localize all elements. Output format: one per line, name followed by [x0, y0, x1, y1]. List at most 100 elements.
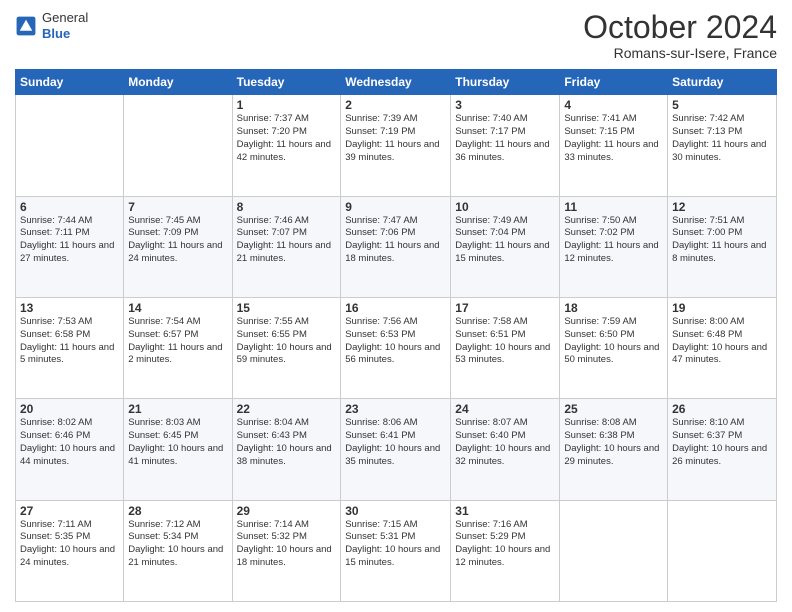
logo-icon [15, 15, 37, 37]
day-cell: 16Sunrise: 7:56 AM Sunset: 6:53 PM Dayli… [341, 297, 451, 398]
day-info: Sunrise: 8:07 AM Sunset: 6:40 PM Dayligh… [455, 417, 555, 468]
day-cell: 26Sunrise: 8:10 AM Sunset: 6:37 PM Dayli… [668, 399, 777, 500]
day-number: 21 [128, 402, 227, 416]
header-row: SundayMondayTuesdayWednesdayThursdayFrid… [16, 70, 777, 95]
day-info: Sunrise: 7:58 AM Sunset: 6:51 PM Dayligh… [455, 316, 555, 367]
day-info: Sunrise: 7:49 AM Sunset: 7:04 PM Dayligh… [455, 215, 555, 266]
day-info: Sunrise: 7:45 AM Sunset: 7:09 PM Dayligh… [128, 215, 227, 266]
day-number: 30 [345, 504, 446, 518]
day-info: Sunrise: 7:53 AM Sunset: 6:58 PM Dayligh… [20, 316, 119, 367]
month-title: October 2024 [583, 10, 777, 45]
page: General Blue October 2024 Romans-sur-Ise… [0, 0, 792, 612]
day-number: 16 [345, 301, 446, 315]
day-info: Sunrise: 8:04 AM Sunset: 6:43 PM Dayligh… [237, 417, 337, 468]
logo: General Blue [15, 10, 88, 41]
day-info: Sunrise: 7:55 AM Sunset: 6:55 PM Dayligh… [237, 316, 337, 367]
day-number: 13 [20, 301, 119, 315]
day-info: Sunrise: 8:06 AM Sunset: 6:41 PM Dayligh… [345, 417, 446, 468]
day-number: 18 [564, 301, 663, 315]
day-info: Sunrise: 7:14 AM Sunset: 5:32 PM Dayligh… [237, 519, 337, 570]
day-cell: 5Sunrise: 7:42 AM Sunset: 7:13 PM Daylig… [668, 95, 777, 196]
day-info: Sunrise: 7:46 AM Sunset: 7:07 PM Dayligh… [237, 215, 337, 266]
day-cell: 24Sunrise: 8:07 AM Sunset: 6:40 PM Dayli… [451, 399, 560, 500]
day-cell: 12Sunrise: 7:51 AM Sunset: 7:00 PM Dayli… [668, 196, 777, 297]
col-header-monday: Monday [124, 70, 232, 95]
day-number: 31 [455, 504, 555, 518]
day-number: 25 [564, 402, 663, 416]
day-cell: 19Sunrise: 8:00 AM Sunset: 6:48 PM Dayli… [668, 297, 777, 398]
day-info: Sunrise: 8:00 AM Sunset: 6:48 PM Dayligh… [672, 316, 772, 367]
day-info: Sunrise: 7:54 AM Sunset: 6:57 PM Dayligh… [128, 316, 227, 367]
week-row-3: 13Sunrise: 7:53 AM Sunset: 6:58 PM Dayli… [16, 297, 777, 398]
day-cell: 11Sunrise: 7:50 AM Sunset: 7:02 PM Dayli… [560, 196, 668, 297]
day-number: 22 [237, 402, 337, 416]
day-cell: 9Sunrise: 7:47 AM Sunset: 7:06 PM Daylig… [341, 196, 451, 297]
day-number: 4 [564, 98, 663, 112]
day-cell: 18Sunrise: 7:59 AM Sunset: 6:50 PM Dayli… [560, 297, 668, 398]
week-row-5: 27Sunrise: 7:11 AM Sunset: 5:35 PM Dayli… [16, 500, 777, 601]
day-number: 28 [128, 504, 227, 518]
day-info: Sunrise: 8:02 AM Sunset: 6:46 PM Dayligh… [20, 417, 119, 468]
day-cell: 21Sunrise: 8:03 AM Sunset: 6:45 PM Dayli… [124, 399, 232, 500]
day-cell: 1Sunrise: 7:37 AM Sunset: 7:20 PM Daylig… [232, 95, 341, 196]
day-info: Sunrise: 7:11 AM Sunset: 5:35 PM Dayligh… [20, 519, 119, 570]
day-info: Sunrise: 7:50 AM Sunset: 7:02 PM Dayligh… [564, 215, 663, 266]
day-cell: 15Sunrise: 7:55 AM Sunset: 6:55 PM Dayli… [232, 297, 341, 398]
day-info: Sunrise: 7:42 AM Sunset: 7:13 PM Dayligh… [672, 113, 772, 164]
day-number: 24 [455, 402, 555, 416]
header: General Blue October 2024 Romans-sur-Ise… [15, 10, 777, 61]
day-info: Sunrise: 7:12 AM Sunset: 5:34 PM Dayligh… [128, 519, 227, 570]
day-number: 11 [564, 200, 663, 214]
day-cell: 25Sunrise: 8:08 AM Sunset: 6:38 PM Dayli… [560, 399, 668, 500]
day-info: Sunrise: 7:16 AM Sunset: 5:29 PM Dayligh… [455, 519, 555, 570]
day-number: 29 [237, 504, 337, 518]
day-cell: 6Sunrise: 7:44 AM Sunset: 7:11 PM Daylig… [16, 196, 124, 297]
week-row-2: 6Sunrise: 7:44 AM Sunset: 7:11 PM Daylig… [16, 196, 777, 297]
day-number: 9 [345, 200, 446, 214]
subtitle: Romans-sur-Isere, France [583, 45, 777, 61]
day-number: 6 [20, 200, 119, 214]
day-number: 19 [672, 301, 772, 315]
day-number: 7 [128, 200, 227, 214]
day-cell: 2Sunrise: 7:39 AM Sunset: 7:19 PM Daylig… [341, 95, 451, 196]
day-number: 3 [455, 98, 555, 112]
day-cell: 10Sunrise: 7:49 AM Sunset: 7:04 PM Dayli… [451, 196, 560, 297]
day-number: 5 [672, 98, 772, 112]
day-cell [668, 500, 777, 601]
day-cell: 27Sunrise: 7:11 AM Sunset: 5:35 PM Dayli… [16, 500, 124, 601]
day-cell: 20Sunrise: 8:02 AM Sunset: 6:46 PM Dayli… [16, 399, 124, 500]
title-block: October 2024 Romans-sur-Isere, France [583, 10, 777, 61]
day-number: 2 [345, 98, 446, 112]
day-cell: 7Sunrise: 7:45 AM Sunset: 7:09 PM Daylig… [124, 196, 232, 297]
col-header-wednesday: Wednesday [341, 70, 451, 95]
day-info: Sunrise: 7:41 AM Sunset: 7:15 PM Dayligh… [564, 113, 663, 164]
week-row-4: 20Sunrise: 8:02 AM Sunset: 6:46 PM Dayli… [16, 399, 777, 500]
day-cell [124, 95, 232, 196]
col-header-tuesday: Tuesday [232, 70, 341, 95]
day-info: Sunrise: 8:03 AM Sunset: 6:45 PM Dayligh… [128, 417, 227, 468]
day-cell: 22Sunrise: 8:04 AM Sunset: 6:43 PM Dayli… [232, 399, 341, 500]
logo-text: General Blue [42, 10, 88, 41]
day-cell: 31Sunrise: 7:16 AM Sunset: 5:29 PM Dayli… [451, 500, 560, 601]
day-number: 10 [455, 200, 555, 214]
day-number: 23 [345, 402, 446, 416]
col-header-thursday: Thursday [451, 70, 560, 95]
day-info: Sunrise: 7:40 AM Sunset: 7:17 PM Dayligh… [455, 113, 555, 164]
day-info: Sunrise: 7:15 AM Sunset: 5:31 PM Dayligh… [345, 519, 446, 570]
day-cell: 29Sunrise: 7:14 AM Sunset: 5:32 PM Dayli… [232, 500, 341, 601]
day-info: Sunrise: 7:56 AM Sunset: 6:53 PM Dayligh… [345, 316, 446, 367]
col-header-friday: Friday [560, 70, 668, 95]
day-info: Sunrise: 7:44 AM Sunset: 7:11 PM Dayligh… [20, 215, 119, 266]
day-cell: 8Sunrise: 7:46 AM Sunset: 7:07 PM Daylig… [232, 196, 341, 297]
calendar-table: SundayMondayTuesdayWednesdayThursdayFrid… [15, 69, 777, 602]
day-info: Sunrise: 7:47 AM Sunset: 7:06 PM Dayligh… [345, 215, 446, 266]
day-cell: 23Sunrise: 8:06 AM Sunset: 6:41 PM Dayli… [341, 399, 451, 500]
logo-blue: Blue [42, 26, 88, 42]
week-row-1: 1Sunrise: 7:37 AM Sunset: 7:20 PM Daylig… [16, 95, 777, 196]
day-cell: 13Sunrise: 7:53 AM Sunset: 6:58 PM Dayli… [16, 297, 124, 398]
col-header-sunday: Sunday [16, 70, 124, 95]
day-cell: 14Sunrise: 7:54 AM Sunset: 6:57 PM Dayli… [124, 297, 232, 398]
day-info: Sunrise: 8:08 AM Sunset: 6:38 PM Dayligh… [564, 417, 663, 468]
day-info: Sunrise: 7:59 AM Sunset: 6:50 PM Dayligh… [564, 316, 663, 367]
day-number: 12 [672, 200, 772, 214]
